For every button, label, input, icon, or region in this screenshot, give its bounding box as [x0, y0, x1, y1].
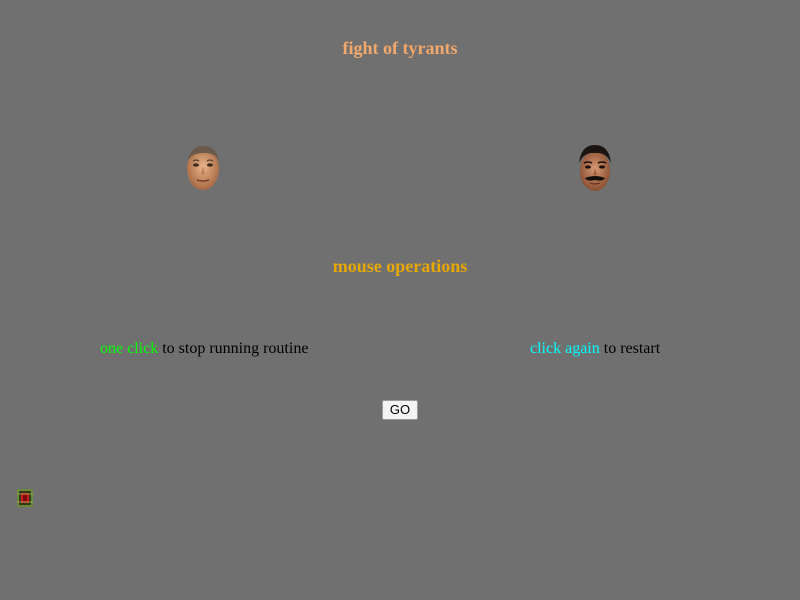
mouse-operations-heading: mouse operations [332, 256, 468, 276]
instruction-stop-highlight: one click [100, 340, 159, 357]
bomb-token-icon[interactable] [16, 488, 34, 508]
game-stage[interactable]: fight of tyrants mouse operations one cl… [0, 0, 800, 600]
instruction-restart: click again to restart [530, 340, 660, 358]
go-button[interactable]: GO [382, 400, 418, 420]
instruction-stop: one click to stop running routine [100, 340, 308, 358]
game-title: fight of tyrants [342, 38, 458, 58]
right-fighter-face-icon[interactable] [575, 143, 615, 193]
instruction-stop-text: to stop running routine [158, 340, 309, 357]
left-fighter-face-icon[interactable] [183, 142, 223, 192]
instruction-restart-text: to restart [599, 340, 661, 357]
instruction-restart-highlight: click again [530, 340, 600, 357]
